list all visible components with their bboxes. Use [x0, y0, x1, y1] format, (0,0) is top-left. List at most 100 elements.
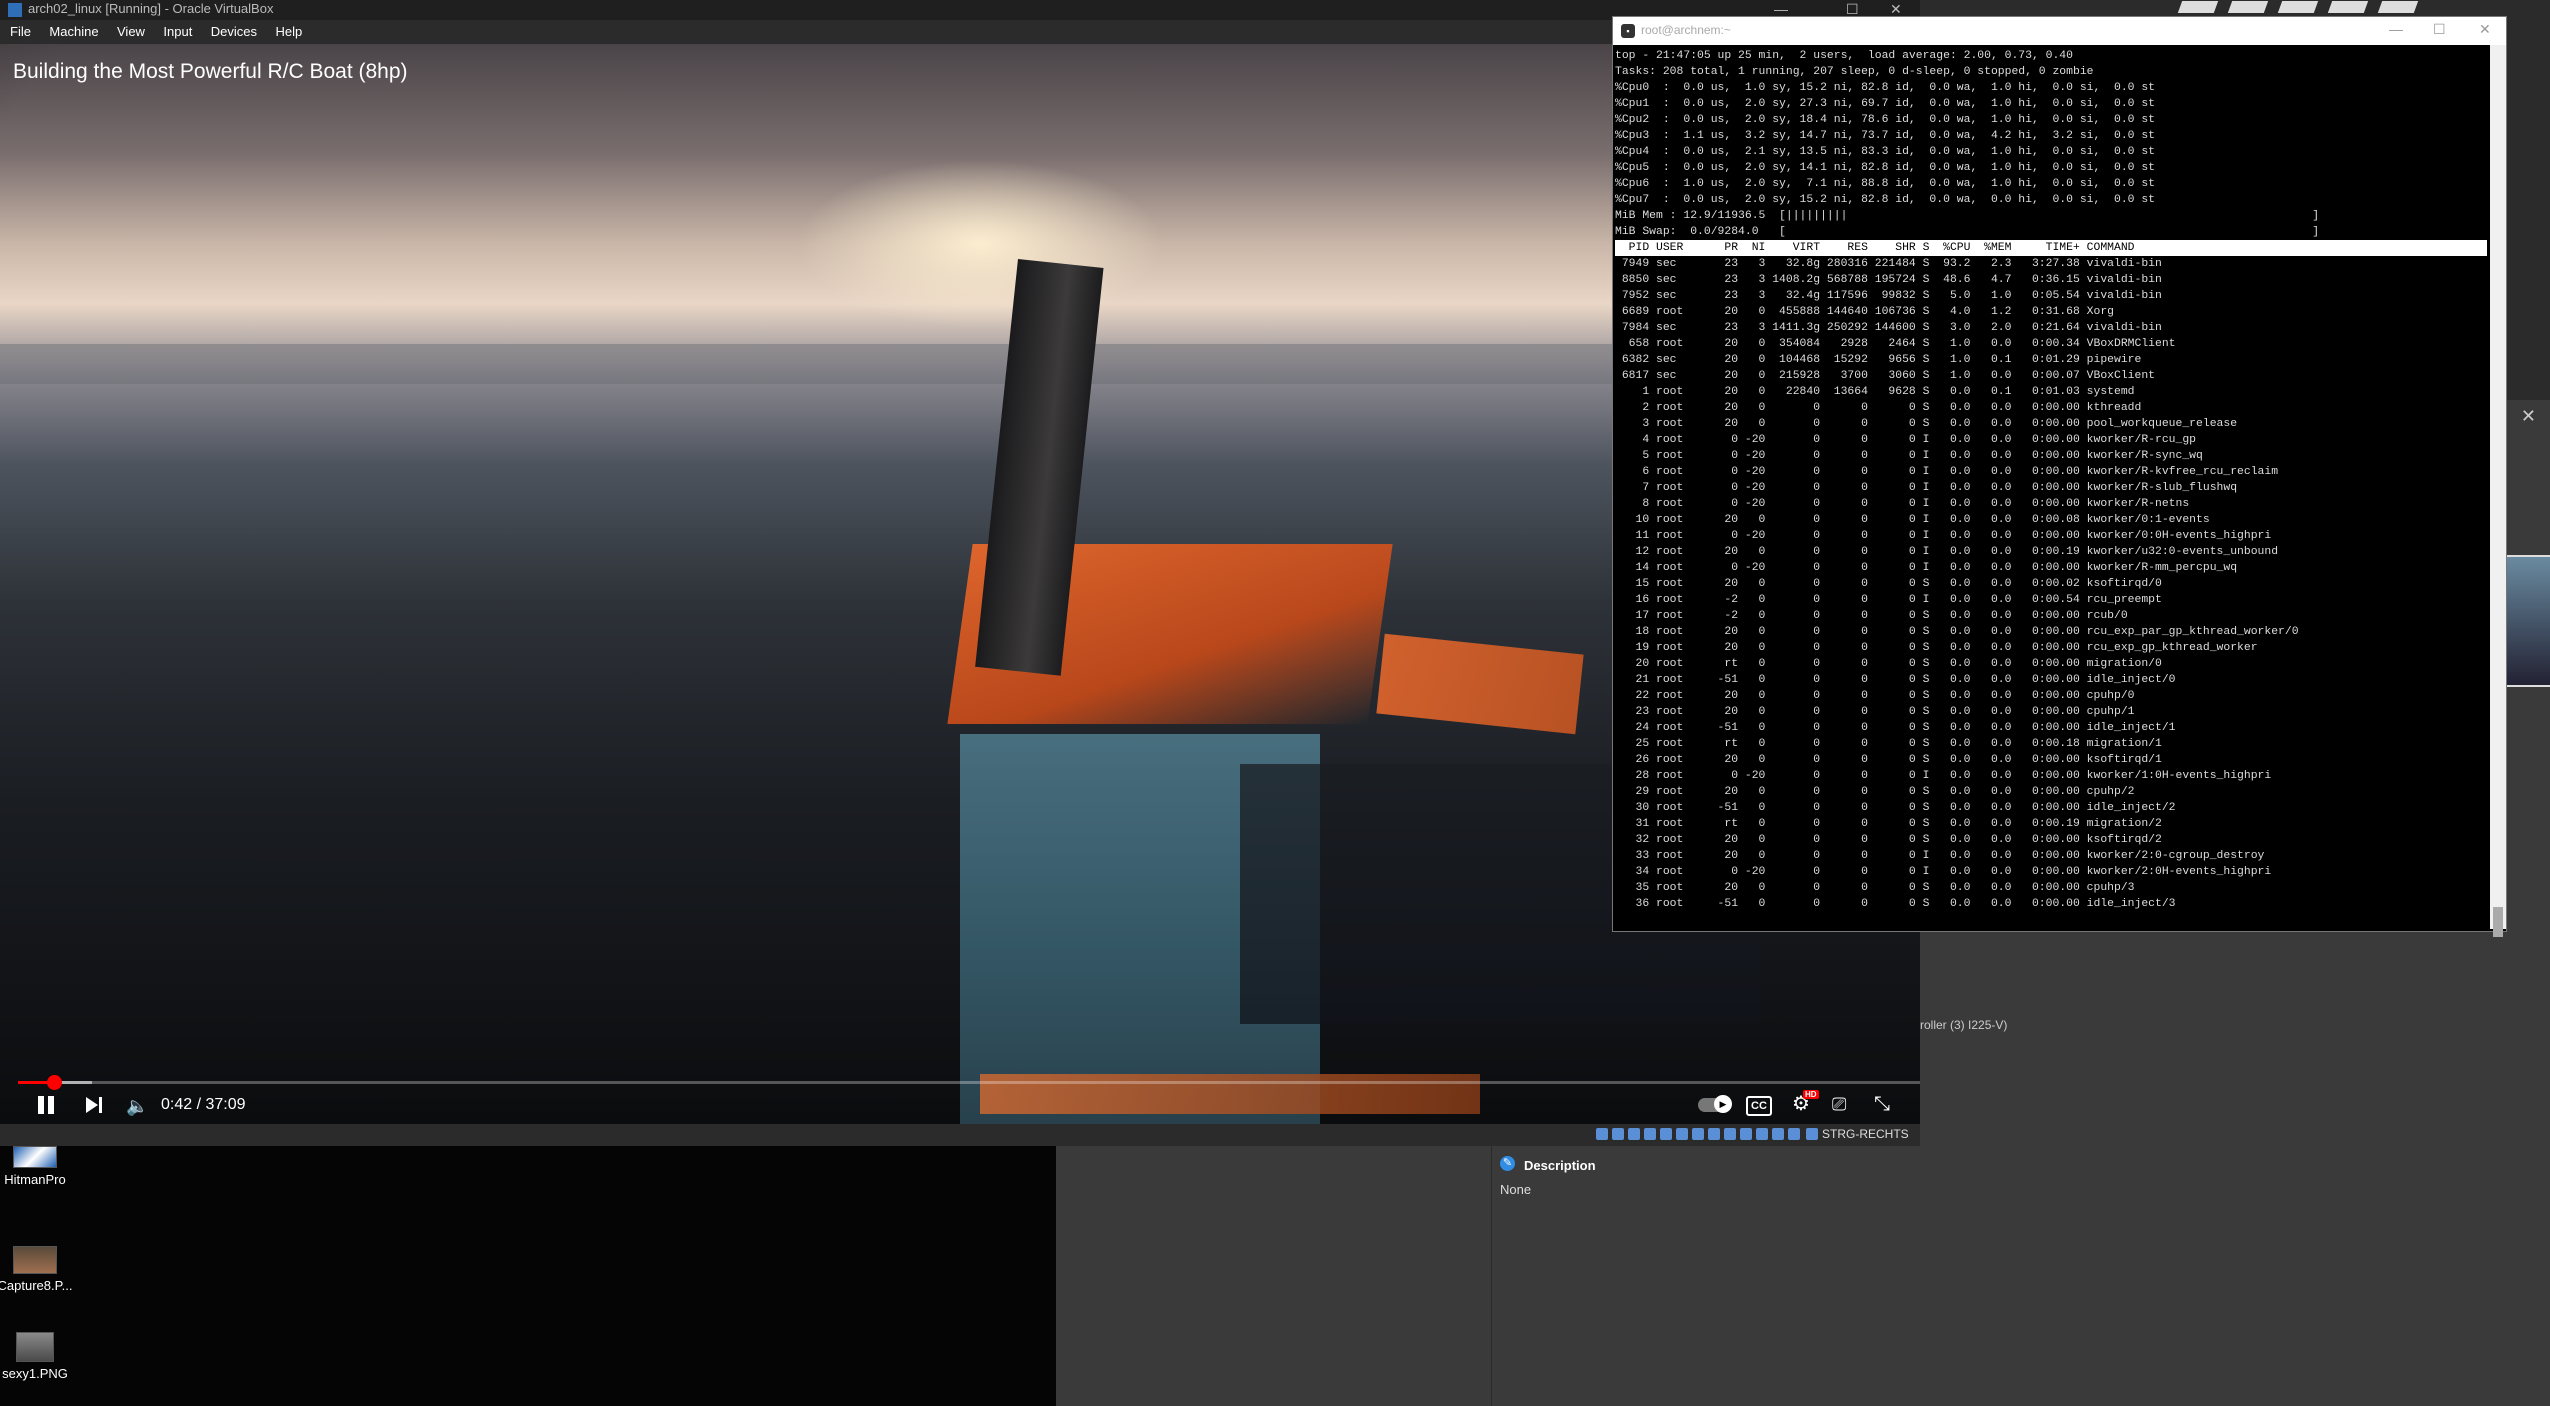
autoplay-toggle[interactable] — [1698, 1095, 1732, 1113]
top-summary-line: %Cpu2 : 0.0 us, 2.0 sy, 18.4 ni, 78.6 id… — [1615, 114, 2156, 126]
desktop-icon-capture8[interactable]: Capture8.P... — [0, 1246, 74, 1293]
process-row: 36 root -51 0 0 0 0 S 0.0 0.0 0:00.00 id… — [1615, 898, 2176, 910]
menu-view[interactable]: View — [117, 20, 145, 44]
usb-icon[interactable] — [1660, 1128, 1672, 1140]
top-summary-line: MiB Mem : 12.9/11936.5 [||||||||| ] — [1615, 210, 2320, 222]
top-summary-line: %Cpu3 : 1.1 us, 3.2 sy, 14.7 ni, 73.7 id… — [1615, 130, 2156, 142]
hdd-icon[interactable] — [1596, 1128, 1608, 1140]
process-row: 2 root 20 0 0 0 0 S 0.0 0.0 0:00.00 kthr… — [1615, 402, 2142, 414]
terminal-titlebar[interactable]: ▪ root@archnem:~ — ☐ ✕ — [1613, 17, 2506, 45]
host-key-label: STRG-RECHTS — [1822, 1127, 1909, 1141]
terminal-output[interactable]: top - 21:47:05 up 25 min, 2 users, load … — [1615, 48, 2487, 928]
desktop-icon-sexy1[interactable]: sexy1.PNG — [0, 1332, 74, 1381]
video-duration: 37:09 — [205, 1096, 246, 1113]
recording-icon[interactable] — [1708, 1128, 1720, 1140]
panel-divider — [1491, 1146, 1492, 1406]
process-row: 24 root -51 0 0 0 0 S 0.0 0.0 0:00.00 id… — [1615, 722, 2176, 734]
process-row: 23 root 20 0 0 0 0 S 0.0 0.0 0:00.00 cpu… — [1615, 706, 2135, 718]
process-row: 29 root 20 0 0 0 0 S 0.0 0.0 0:00.00 cpu… — [1615, 786, 2135, 798]
process-row: 11 root 0 -20 0 0 0 I 0.0 0.0 0:00.00 kw… — [1615, 530, 2272, 542]
process-row: 7 root 0 -20 0 0 0 I 0.0 0.0 0:00.00 kwo… — [1615, 482, 2238, 494]
close-icon[interactable]: ✕ — [2479, 21, 2491, 38]
desktop-icon-hitmanpro[interactable]: HitmanPro — [0, 1146, 74, 1187]
process-table-header: PID USER PR NI VIRT RES SHR S %CPU %MEM … — [1615, 240, 2487, 256]
network-icon[interactable] — [1644, 1128, 1656, 1140]
description-value: None — [1500, 1182, 1532, 1197]
vbox-window-title: arch02_linux [Running] - Oracle VirtualB… — [28, 1, 274, 16]
maximize-icon[interactable]: ☐ — [2433, 21, 2446, 38]
process-row: 7984 sec 23 3 1411.3g 250292 144600 S 3.… — [1615, 322, 2162, 334]
volume-icon[interactable]: 🔈 — [126, 1096, 148, 1117]
top-summary-line: %Cpu0 : 0.0 us, 1.0 sy, 15.2 ni, 82.8 id… — [1615, 82, 2156, 94]
process-row: 18 root 20 0 0 0 0 S 0.0 0.0 0:00.00 rcu… — [1615, 626, 2299, 638]
top-summary-line: Tasks: 208 total, 1 running, 207 sleep, … — [1615, 66, 2094, 78]
vm-preview-thumbnail[interactable] — [2504, 555, 2550, 687]
process-row: 3 root 20 0 0 0 0 S 0.0 0.0 0:00.00 pool… — [1615, 418, 2238, 430]
video-time-display: 0:42 / 37:09 — [161, 1096, 246, 1114]
process-row: 8850 sec 23 3 1408.2g 568788 195724 S 48… — [1615, 274, 2162, 286]
display-icon[interactable] — [1692, 1128, 1704, 1140]
terminal-window[interactable]: ▪ root@archnem:~ — ☐ ✕ top - 21:47:05 up… — [1612, 16, 2507, 937]
process-row: 10 root 20 0 0 0 0 I 0.0 0.0 0:00.08 kwo… — [1615, 514, 2210, 526]
video-current-time: 0:42 — [161, 1096, 193, 1113]
process-row: 1 root 20 0 22840 13664 9628 S 0.0 0.1 0… — [1615, 386, 2135, 398]
process-row: 6689 root 20 0 455888 144640 106736 S 4.… — [1615, 306, 2114, 318]
process-row: 21 root -51 0 0 0 0 S 0.0 0.0 0:00.00 id… — [1615, 674, 2176, 686]
guest-additions-icon[interactable] — [1772, 1128, 1784, 1140]
menu-file[interactable]: File — [10, 20, 31, 44]
video-title[interactable]: Building the Most Powerful R/C Boat (8hp… — [13, 60, 408, 84]
cc-icon[interactable]: CC — [1746, 1096, 1772, 1116]
description-heading[interactable]: Description — [1524, 1158, 1596, 1173]
process-row: 12 root 20 0 0 0 0 I 0.0 0.0 0:00.19 kwo… — [1615, 546, 2279, 558]
shared-folders-icon[interactable] — [1676, 1128, 1688, 1140]
desktop-icon-label: Capture8.P... — [0, 1278, 73, 1293]
minimize-icon[interactable]: — — [2389, 21, 2403, 37]
terminal-scrollbar[interactable] — [2490, 45, 2506, 937]
desktop-icon-label: HitmanPro — [4, 1172, 66, 1187]
network-controller-label: roller (3) I225-V) — [1920, 1018, 2008, 1032]
vbox-statusbar: STRG-RECHTS — [0, 1124, 1920, 1146]
process-row: 30 root -51 0 0 0 0 S 0.0 0.0 0:00.00 id… — [1615, 802, 2176, 814]
host-desktop: HitmanPro Capture8.P... sexy1.PNG — [0, 1146, 1056, 1406]
top-summary-line: top - 21:47:05 up 25 min, 2 users, load … — [1615, 50, 2073, 62]
menu-devices[interactable]: Devices — [211, 20, 257, 44]
video-boat-hull-bottom — [980, 1074, 1480, 1114]
process-row: 34 root 0 -20 0 0 0 I 0.0 0.0 0:00.00 kw… — [1615, 866, 2272, 878]
process-row: 32 root 20 0 0 0 0 S 0.0 0.0 0:00.00 kso… — [1615, 834, 2162, 846]
optical-drive-icon[interactable] — [1612, 1128, 1624, 1140]
menu-help[interactable]: Help — [275, 20, 302, 44]
video-progress-bar[interactable] — [18, 1081, 1920, 1084]
terminal-title: root@archnem:~ — [1641, 23, 1731, 37]
process-row: 7952 sec 23 3 32.4g 117596 99832 S 5.0 1… — [1615, 290, 2162, 302]
process-row: 658 root 20 0 354084 2928 2464 S 1.0 0.0… — [1615, 338, 2176, 350]
description-icon: ✎ — [1500, 1156, 1515, 1171]
top-summary: top - 21:47:05 up 25 min, 2 users, load … — [1615, 48, 2487, 240]
top-summary-line: %Cpu7 : 0.0 us, 2.0 sy, 15.2 ni, 82.8 id… — [1615, 194, 2156, 206]
audio-icon[interactable] — [1628, 1128, 1640, 1140]
cpu-icon[interactable] — [1724, 1128, 1736, 1140]
process-row: 7949 sec 23 3 32.8g 280316 221484 S 93.2… — [1615, 258, 2162, 270]
mouse-integration-icon[interactable] — [1740, 1128, 1752, 1140]
process-row: 16 root -2 0 0 0 0 I 0.0 0.0 0:00.54 rcu… — [1615, 594, 2162, 606]
keyboard-icon[interactable] — [1756, 1128, 1768, 1140]
top-summary-line: MiB Swap: 0.0/9284.0 [ ] — [1615, 226, 2320, 238]
process-row: 20 root rt 0 0 0 0 S 0.0 0.0 0:00.00 mig… — [1615, 658, 2162, 670]
clipboard-icon[interactable] — [1788, 1128, 1800, 1140]
close-icon[interactable]: ✕ — [2521, 406, 2536, 427]
top-summary-line: %Cpu4 : 0.0 us, 2.1 sy, 13.5 ni, 83.3 id… — [1615, 146, 2156, 158]
cast-icon[interactable]: ⎚ — [1832, 1093, 1846, 1115]
next-icon[interactable] — [86, 1096, 106, 1114]
host-vbox-manager-details: ✎ Description None — [1056, 1146, 2550, 1406]
process-row: 33 root 20 0 0 0 0 I 0.0 0.0 0:00.00 kwo… — [1615, 850, 2265, 862]
pause-icon[interactable] — [36, 1094, 56, 1116]
top-summary-line: %Cpu1 : 0.0 us, 2.0 sy, 27.3 ni, 69.7 id… — [1615, 98, 2156, 110]
hitmanpro-app-icon — [13, 1146, 57, 1168]
menu-input[interactable]: Input — [163, 20, 192, 44]
process-row: 8 root 0 -20 0 0 0 I 0.0 0.0 0:00.00 kwo… — [1615, 498, 2190, 510]
terminal-icon: ▪ — [1621, 24, 1635, 38]
top-summary-line: %Cpu6 : 1.0 us, 2.0 sy, 7.1 ni, 88.8 id,… — [1615, 178, 2156, 190]
menu-machine[interactable]: Machine — [49, 20, 98, 44]
process-row: 22 root 20 0 0 0 0 S 0.0 0.0 0:00.00 cpu… — [1615, 690, 2135, 702]
fullscreen-exit-icon[interactable]: ⤡ — [1874, 1093, 1890, 1115]
scrollbar-thumb[interactable] — [2493, 907, 2503, 937]
